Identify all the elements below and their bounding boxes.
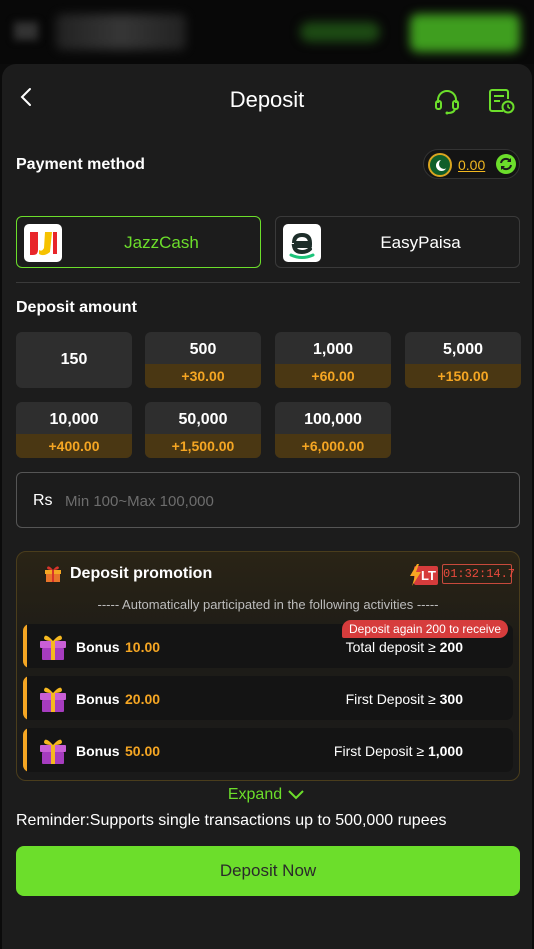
balance-pill: 0.00 (423, 149, 520, 179)
panel-header: Deposit (2, 64, 532, 136)
amount-option[interactable]: 500 +30.00 (145, 332, 261, 388)
expand-label: Expand (227, 786, 283, 803)
background-header (0, 0, 534, 64)
deposit-now-button[interactable]: Deposit Now (16, 846, 520, 896)
amount-value: 50,000 (178, 411, 228, 428)
bonus-label: Bonus (76, 743, 120, 759)
method-name-jazzcash: JazzCash (124, 233, 199, 252)
currency-label: Rs (33, 492, 53, 509)
jazzcash-logo (24, 224, 62, 262)
record-icon[interactable] (486, 86, 516, 116)
gift-icon (45, 566, 61, 582)
deposit-panel: Deposit Payment method 0.00 JazzCash Eas… (2, 64, 532, 949)
background-back-icon (14, 22, 38, 40)
reminder-text: Reminder:Supports single transactions up… (16, 812, 447, 829)
amount-bonus: +60.00 (275, 364, 391, 388)
bonus-label: Bonus (76, 691, 120, 707)
promotion-subtitle: ----- Automatically participated in the … (97, 597, 439, 612)
refresh-icon[interactable] (496, 154, 516, 174)
amount-option[interactable]: 5,000 +150.00 (405, 332, 521, 388)
bonus-amount: 20.00 (125, 691, 161, 707)
amount-value: 10,000 (49, 411, 99, 428)
deposit-again-tag: Deposit again 200 to receive (342, 620, 509, 638)
expand-button[interactable]: Expand (2, 786, 532, 804)
amount-value: 1,000 (312, 341, 354, 358)
amount-bonus: +30.00 (145, 364, 261, 388)
bonus-row: Bonus 50.00 First Deposit ≥ 1,000 (23, 728, 513, 772)
amount-bonus: +6,000.00 (275, 434, 391, 458)
bonus-label: Bonus (76, 639, 120, 655)
deposit-promotion-card: Deposit promotion LT 01:32:14.7 ----- Au… (16, 551, 520, 781)
promotion-timer: 01:32:14.7 (442, 564, 515, 584)
amount-input-field: Rs (16, 472, 520, 528)
payment-method-label: Payment method (16, 156, 145, 173)
amount-value: 500 (189, 341, 217, 358)
background-logo (56, 14, 186, 50)
bonus-condition: First Deposit ≥ 300 (345, 691, 463, 707)
background-button (410, 14, 520, 52)
amount-bonus: +150.00 (405, 364, 521, 388)
flag-icon (428, 153, 452, 177)
amount-bonus: +1,500.00 (145, 434, 261, 458)
amount-bonus: +400.00 (16, 434, 132, 458)
amount-value: 100,000 (304, 411, 362, 428)
lt-badge: LT (409, 564, 438, 586)
gift-icon (40, 635, 66, 660)
easypaisa-logo (283, 224, 321, 262)
deposit-amount-label: Deposit amount (16, 299, 137, 316)
amount-value: 150 (60, 351, 88, 368)
lt-badge-text: LT (421, 568, 436, 583)
divider (16, 282, 520, 283)
amount-option[interactable]: 50,000 +1,500.00 (145, 402, 261, 458)
amount-option[interactable]: 150 (16, 332, 132, 388)
bonus-amount: 50.00 (125, 743, 161, 759)
payment-method-jazzcash[interactable]: JazzCash (16, 216, 261, 268)
balance-value[interactable]: 0.00 (458, 157, 485, 173)
bonus-condition: Total deposit ≥ 200 (345, 639, 463, 655)
amount-option[interactable]: 100,000 +6,000.00 (275, 402, 391, 458)
bonus-row: Bonus 20.00 First Deposit ≥ 300 (23, 676, 513, 720)
bonus-condition: First Deposit ≥ 1,000 (333, 743, 463, 759)
chevron-down-icon (288, 790, 304, 800)
method-name-easypaisa: EasyPaisa (380, 233, 461, 252)
payment-method-easypaisa[interactable]: EasyPaisa (275, 216, 520, 268)
background-balance (300, 22, 380, 42)
gift-icon (40, 739, 66, 764)
amount-value: 5,000 (442, 341, 484, 358)
amount-input[interactable] (65, 487, 495, 515)
amount-option[interactable]: 1,000 +60.00 (275, 332, 391, 388)
promotion-title: Deposit promotion (70, 565, 213, 582)
bonus-amount: 10.00 (125, 639, 161, 655)
support-headset-icon[interactable] (432, 86, 462, 116)
amount-option[interactable]: 10,000 +400.00 (16, 402, 132, 458)
gift-icon (40, 687, 66, 712)
